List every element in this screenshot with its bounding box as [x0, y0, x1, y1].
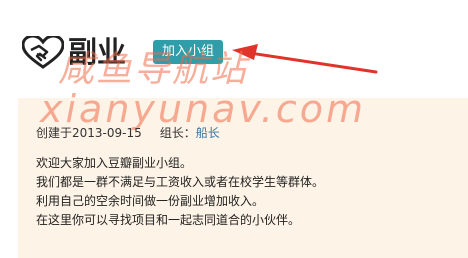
group-intro: 欢迎大家加入豆瓣副业小组。 我们都是一群不满足与工资收入或者在校学生等群体。 利…	[36, 154, 324, 230]
owner-label: 组长：	[159, 126, 196, 140]
intro-line: 在这里你可以寻找项目和一起志同道合的小伙伴。	[36, 213, 301, 227]
created-date: 2013-09-15	[72, 126, 142, 140]
intro-line: 我们都是一群不满足与工资收入或者在校学生等群体。	[36, 175, 325, 189]
created-label: 创建于	[36, 126, 73, 140]
intro-line: 利用自己的空余时间做一份副业增加收入。	[36, 194, 265, 208]
owner-link[interactable]: 船长	[196, 126, 220, 140]
intro-line: 欢迎大家加入豆瓣副业小组。	[36, 156, 193, 170]
annotation-arrow	[232, 44, 378, 74]
group-meta: 创建于2013-09-15 组长：船长	[36, 124, 220, 141]
